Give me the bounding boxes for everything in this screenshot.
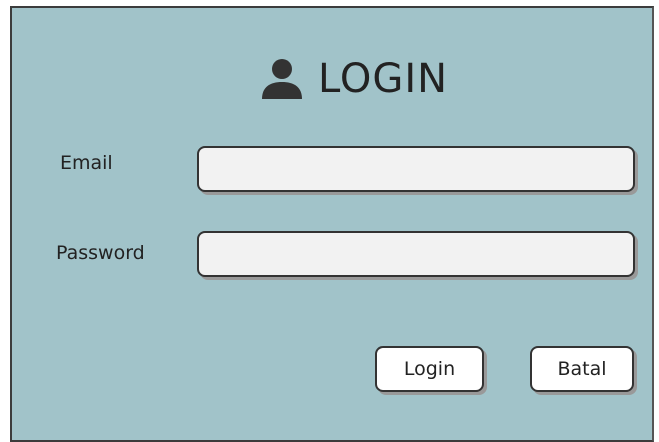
user-icon [262,59,302,99]
page-title: LOGIN [318,56,449,102]
email-label: Email [60,152,113,174]
password-label: Password [56,242,145,264]
login-panel: LOGIN Email Password Login Batal [10,6,654,442]
login-button[interactable]: Login [375,346,484,392]
cancel-button[interactable]: Batal [530,346,634,392]
password-field[interactable] [197,231,635,277]
email-field[interactable] [197,146,635,192]
login-header: LOGIN [260,53,448,105]
